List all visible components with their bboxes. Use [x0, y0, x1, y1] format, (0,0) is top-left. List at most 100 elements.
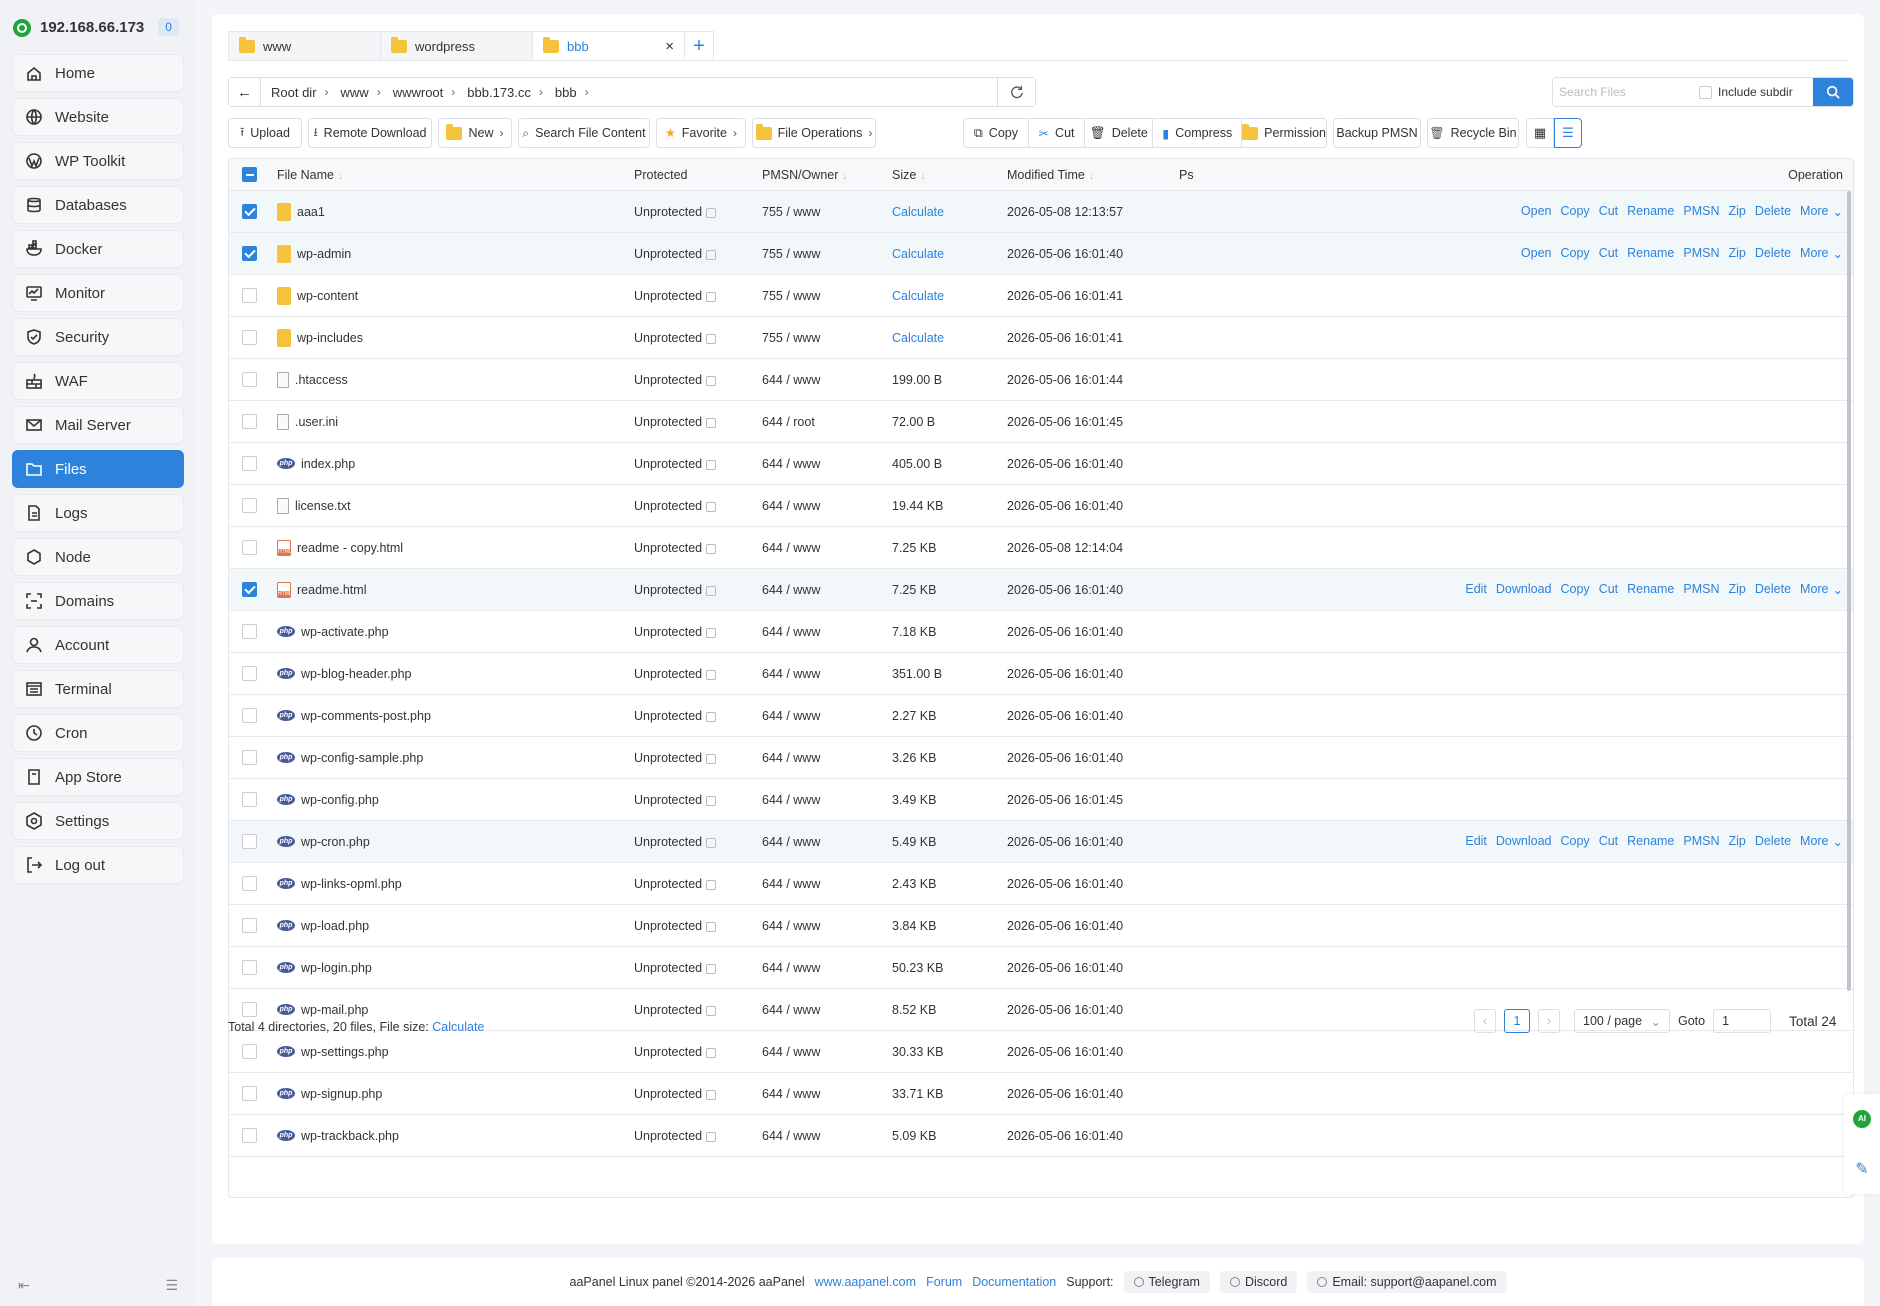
row-checkbox[interactable] — [242, 1086, 257, 1101]
op-copy-link[interactable]: Copy — [1561, 834, 1590, 849]
compress-button[interactable]: ▮ Compress — [1153, 119, 1243, 147]
file-name-cell[interactable]: php wp-activate.php — [277, 625, 389, 639]
tab-bbb[interactable]: bbb × — [532, 31, 684, 61]
file-name-cell[interactable]: php index.php — [277, 457, 355, 471]
op-open-link[interactable]: Open — [1521, 204, 1552, 219]
op-copy-link[interactable]: Copy — [1561, 204, 1590, 219]
chevron-down-icon[interactable]: ⌄ — [1833, 834, 1843, 849]
file-name-cell[interactable]: .htaccess — [277, 371, 348, 388]
row-checkbox[interactable] — [242, 918, 257, 933]
file-operations-button[interactable]: File Operations › — [752, 118, 876, 148]
table-row[interactable]: wp-admin Unprotected 755 / www Calculate 202… — [229, 233, 1853, 275]
protection-cell[interactable]: Unprotected — [634, 373, 717, 387]
file-name-cell[interactable]: wp-admin — [277, 244, 351, 263]
table-row[interactable]: php wp-signup.php Unprotected 644 / www 33.7… — [229, 1073, 1853, 1115]
chevron-right-icon[interactable]: › — [377, 85, 381, 99]
table-row[interactable]: php wp-cron.php Unprotected 644 / www 5.49 K… — [229, 821, 1853, 863]
op-pmsn-link[interactable]: PMSN — [1683, 834, 1719, 849]
row-checkbox[interactable] — [242, 372, 257, 387]
breadcrumb-item[interactable]: www — [337, 85, 377, 100]
table-row[interactable]: license.txt Unprotected 644 / www 19.44 KB 2… — [229, 485, 1853, 527]
file-name[interactable]: wp-links-opml.php — [301, 877, 402, 891]
table-row[interactable]: .user.ini Unprotected 644 / root 72.00 B 202… — [229, 401, 1853, 443]
grid-view-button[interactable]: ▦ — [1526, 118, 1554, 148]
permission-owner[interactable]: 644 / www — [762, 793, 820, 807]
unlock-icon[interactable] — [706, 459, 717, 470]
row-checkbox[interactable] — [242, 1002, 257, 1017]
op-cut-link[interactable]: Cut — [1599, 246, 1618, 261]
protection-cell[interactable]: Unprotected — [634, 625, 717, 639]
op-delete-link[interactable]: Delete — [1755, 204, 1791, 219]
table-row[interactable]: php wp-login.php Unprotected 644 / www 50.23… — [229, 947, 1853, 989]
unlock-icon[interactable] — [706, 291, 717, 302]
row-checkbox[interactable] — [242, 708, 257, 723]
table-row[interactable]: php wp-load.php Unprotected 644 / www 3.84 K… — [229, 905, 1853, 947]
op-open-link[interactable]: Open — [1521, 246, 1552, 261]
file-name-cell[interactable]: php wp-blog-header.php — [277, 667, 412, 681]
favorite-button[interactable]: ★ Favorite › — [656, 118, 746, 148]
breadcrumb-item[interactable]: Root dir — [267, 85, 325, 100]
file-name[interactable]: wp-comments-post.php — [301, 709, 431, 723]
file-name-cell[interactable]: php wp-settings.php — [277, 1045, 389, 1059]
add-tab-button[interactable]: + — [684, 31, 714, 61]
protection-cell[interactable]: Unprotected — [634, 499, 717, 513]
telegram-link[interactable]: Telegram — [1123, 1271, 1210, 1293]
new-button[interactable]: New › — [438, 118, 512, 148]
unlock-icon[interactable] — [706, 417, 717, 428]
file-name-cell[interactable]: php wp-config-sample.php — [277, 751, 423, 765]
recycle-bin-button[interactable]: 🗑 Recycle Bin — [1427, 118, 1519, 148]
unlock-icon[interactable] — [706, 879, 717, 890]
op-edit-link[interactable]: Edit — [1465, 834, 1487, 849]
permission-owner[interactable]: 755 / www — [762, 289, 820, 303]
search-files-input[interactable] — [1553, 78, 1693, 106]
permission-owner[interactable]: 644 / www — [762, 583, 820, 597]
refresh-button[interactable] — [997, 78, 1035, 106]
unlock-icon[interactable] — [706, 795, 717, 806]
file-name[interactable]: wp-signup.php — [301, 1087, 382, 1101]
file-name[interactable]: wp-cron.php — [301, 835, 370, 849]
protection-cell[interactable]: Unprotected — [634, 667, 717, 681]
collapse-left-icon[interactable]: ⇤ — [18, 1277, 30, 1294]
protection-cell[interactable]: Unprotected — [634, 289, 717, 303]
goto-input[interactable]: 1 — [1713, 1009, 1772, 1033]
file-name-cell[interactable]: php wp-cron.php — [277, 835, 370, 849]
permission-owner[interactable]: 755 / www — [762, 205, 820, 219]
row-checkbox[interactable] — [242, 330, 257, 345]
op-more-link[interactable]: More — [1800, 204, 1828, 219]
op-zip-link[interactable]: Zip — [1729, 246, 1746, 261]
unlock-icon[interactable] — [706, 501, 717, 512]
row-checkbox[interactable] — [242, 582, 257, 597]
row-checkbox[interactable] — [242, 246, 257, 261]
op-zip-link[interactable]: Zip — [1729, 582, 1746, 597]
table-row[interactable]: php wp-activate.php Unprotected 644 / www 7.… — [229, 611, 1853, 653]
permission-owner[interactable]: 644 / www — [762, 751, 820, 765]
header-modified[interactable]: Modified Time ↓ — [1007, 168, 1094, 182]
protection-cell[interactable]: Unprotected — [634, 709, 717, 723]
prev-page-button[interactable]: ‹ — [1474, 1009, 1496, 1033]
file-size[interactable]: Calculate — [892, 205, 944, 219]
sidebar-item-settings[interactable]: Settings — [12, 802, 184, 840]
protection-cell[interactable]: Unprotected — [634, 331, 717, 345]
row-checkbox[interactable] — [242, 456, 257, 471]
sidebar-item-terminal[interactable]: Terminal — [12, 670, 184, 708]
protection-cell[interactable]: Unprotected — [634, 415, 717, 429]
table-row[interactable]: .htaccess Unprotected 644 / www 199.00 B 202… — [229, 359, 1853, 401]
sidebar-item-account[interactable]: Account — [12, 626, 184, 664]
sidebar-item-monitor[interactable]: Monitor — [12, 274, 184, 312]
breadcrumb-item[interactable]: wwwroot — [389, 85, 452, 100]
op-rename-link[interactable]: Rename — [1627, 246, 1674, 261]
row-checkbox[interactable] — [242, 960, 257, 975]
op-cut-link[interactable]: Cut — [1599, 834, 1618, 849]
permission-owner[interactable]: 644 / www — [762, 1003, 820, 1017]
table-scrollbar[interactable] — [1847, 191, 1851, 991]
sidebar-item-waf[interactable]: WAF — [12, 362, 184, 400]
back-button[interactable]: ← — [229, 78, 261, 106]
permission-owner[interactable]: 644 / www — [762, 373, 820, 387]
page-size-select[interactable]: 100 / page ⌄ — [1574, 1009, 1670, 1033]
row-checkbox[interactable] — [242, 1128, 257, 1143]
op-copy-link[interactable]: Copy — [1561, 582, 1590, 597]
table-row[interactable]: php index.php Unprotected 644 / www 405.00 B… — [229, 443, 1853, 485]
file-name[interactable]: wp-includes — [297, 331, 363, 345]
unlock-icon[interactable] — [706, 627, 717, 638]
unlock-icon[interactable] — [706, 753, 717, 764]
